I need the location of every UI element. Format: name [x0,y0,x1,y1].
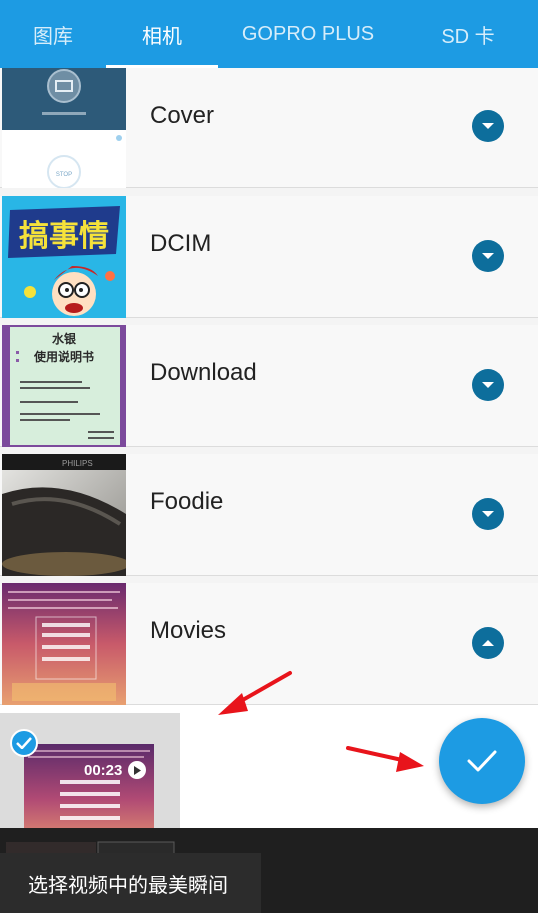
tab-camera[interactable]: 相机 [106,0,218,68]
folder-name: DCIM [150,230,212,257]
chevron-up-icon[interactable] [472,627,504,659]
folder-thumbnail: 搞事情 [2,196,126,318]
download-thumb-subtitle: 使用说明书 [33,349,94,364]
tab-gopro-plus[interactable]: GOPRO PLUS [218,0,398,68]
folder-row-download[interactable]: 水银 使用说明书 Download [0,325,538,447]
check-icon [467,750,497,772]
video-thumbnail [24,744,154,833]
foodie-thumb-text: PHILIPS [62,459,93,468]
folder-row-foodie[interactable]: PHILIPS Foodie [0,454,538,576]
folder-name: Download [150,359,257,386]
download-thumb-title: 水银 [52,331,77,346]
chevron-down-icon[interactable] [472,498,504,530]
tab-sd-card[interactable]: SD 卡 [398,0,538,68]
dcim-thumb-text: 搞事情 [19,219,109,254]
chevron-down-icon[interactable] [472,240,504,272]
play-icon [128,761,147,779]
chevron-down-icon[interactable] [472,110,504,142]
duration-text: 00:23 [84,761,123,779]
cover-thumb-text: STOP [56,172,72,178]
hint-toast: 选择视频中的最美瞬间 [0,853,261,913]
folder-thumbnail: PHILIPS [2,454,126,576]
folder-thumbnail: STOP [2,68,126,188]
folder-thumbnail [2,583,126,705]
selected-check-icon[interactable] [10,729,38,757]
annotation-arrow-icon [346,746,424,772]
folder-name: Movies [150,617,227,644]
video-duration: 00:23 [84,761,147,779]
folder-thumbnail: 水银 使用说明书 [2,325,126,447]
folder-name: Foodie [150,488,224,515]
tab-gallery[interactable]: 图库 [0,0,106,68]
folder-row-dcim[interactable]: 搞事情 DCIM [0,196,538,318]
tab-bar: 图库 相机 GOPRO PLUS SD 卡 [0,0,538,68]
hint-toast-text: 选择视频中的最美瞬间 [28,874,228,897]
annotation-arrow-icon [218,671,292,715]
folder-name: Cover [150,102,215,129]
chevron-down-icon[interactable] [472,369,504,401]
confirm-button[interactable] [439,718,525,804]
folder-row-cover[interactable]: STOP Cover [0,68,538,188]
